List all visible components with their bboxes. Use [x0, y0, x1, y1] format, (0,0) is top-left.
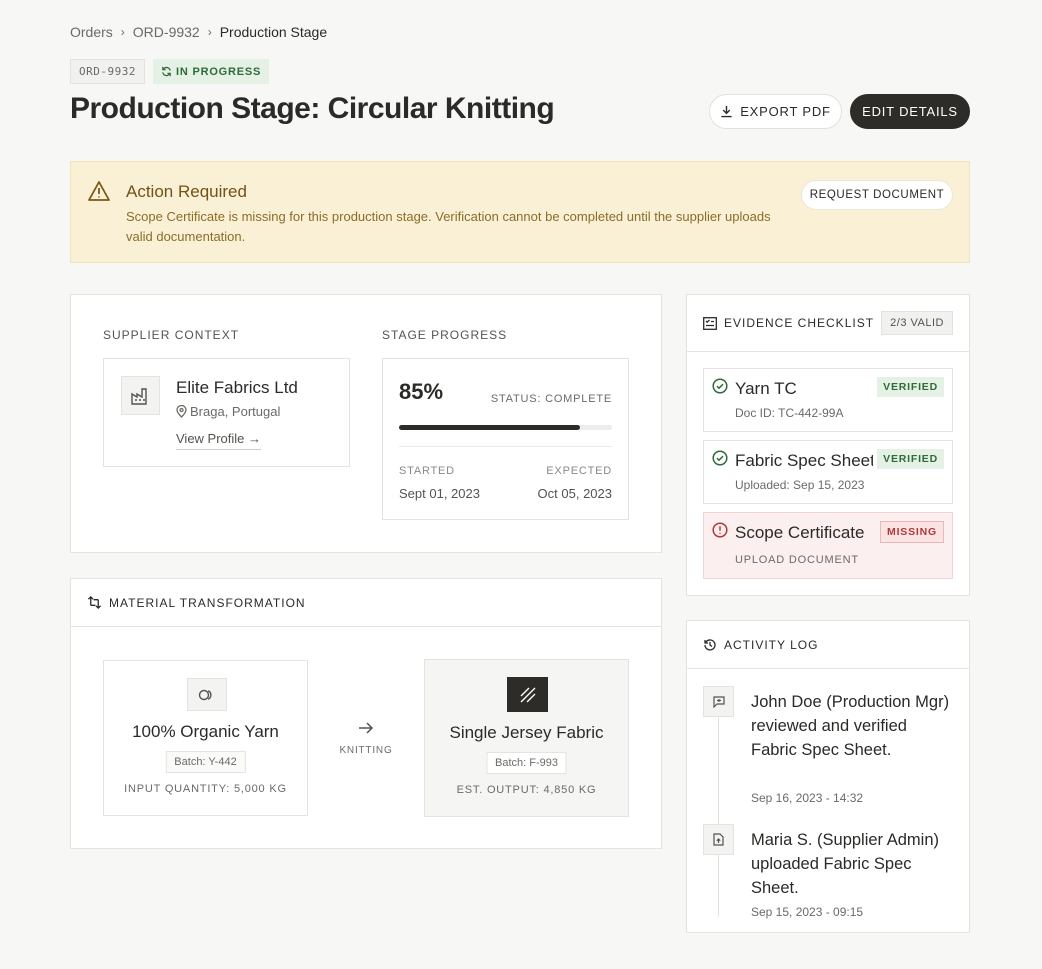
output-material: Single Jersey Fabric Batch: F-993 EST. O…: [424, 659, 629, 817]
location-text: Braga, Portugal: [190, 404, 281, 419]
material-transformation-card: MATERIAL TRANSFORMATION 100% Organic Yar…: [70, 578, 662, 849]
export-pdf-button[interactable]: EXPORT PDF: [709, 94, 842, 129]
page: Orders › ORD-9932 › Production Stage ORD…: [0, 0, 1042, 969]
breadcrumb-orders[interactable]: Orders: [70, 24, 113, 40]
evidence-sub: Uploaded: Sep 15, 2023: [735, 478, 865, 492]
started-label: STARTED: [399, 465, 455, 477]
fabric-icon: [507, 677, 548, 712]
evidence-item[interactable]: Fabric Spec Sheet Uploaded: Sep 15, 2023…: [703, 440, 953, 504]
arrow-right-icon: [359, 722, 374, 734]
input-batch: Batch: Y-442: [165, 751, 246, 773]
output-name: Single Jersey Fabric: [449, 723, 604, 742]
expected-label: EXPECTED: [546, 465, 612, 477]
breadcrumb-order[interactable]: ORD-9932: [133, 24, 200, 40]
evidence-item[interactable]: Scope Certificate UPLOAD DOCUMENT MISSIN…: [703, 512, 953, 579]
breadcrumb-current: Production Stage: [219, 24, 328, 40]
stage-progress-box: 85% STATUS: COMPLETE STARTED EXPECTED Se…: [382, 358, 629, 520]
progress-bar: [399, 425, 612, 430]
input-quantity: INPUT QUANTITY: 5,000 KG: [124, 783, 287, 795]
alert-message: Scope Certificate is missing for this pr…: [126, 209, 771, 244]
supplier-box: Elite Fabrics Ltd Braga, Portugal View P…: [103, 358, 350, 467]
download-icon: [721, 105, 732, 118]
supplier-name: Elite Fabrics Ltd: [176, 378, 298, 397]
activity-log-card: ACTIVITY LOG John Doe (Production Mgr) r…: [686, 620, 970, 933]
check-circle-icon: [712, 378, 728, 394]
order-id-badge: ORD-9932: [70, 59, 145, 84]
process-label: KNITTING: [339, 745, 393, 756]
request-document-button[interactable]: REQUEST DOCUMENT: [801, 180, 953, 210]
missing-badge: MISSING: [880, 521, 944, 543]
supplier-context-label: SUPPLIER CONTEXT: [103, 328, 240, 342]
verified-badge: VERIFIED: [877, 377, 944, 397]
breadcrumb: Orders › ORD-9932 › Production Stage: [70, 24, 327, 40]
chevron-right-icon: ›: [207, 25, 212, 39]
process-arrow: KNITTING: [334, 721, 398, 756]
activity-text: John Doe (Production Mgr) reviewed and v…: [751, 693, 950, 759]
status-badge: IN PROGRESS: [152, 59, 270, 84]
input-name: 100% Organic Yarn: [132, 722, 279, 741]
output-batch: Batch: F-993: [486, 752, 567, 774]
evidence-title: EVIDENCE CHECKLIST: [724, 316, 875, 330]
alert-title: Action Required: [126, 182, 247, 201]
output-quantity: EST. OUTPUT: 4,850 KG: [456, 784, 597, 796]
valid-count-badge: 2/3 VALID: [881, 311, 953, 335]
expected-date: Oct 05, 2023: [537, 486, 612, 501]
timeline-line: [718, 855, 719, 917]
timeline-line: [718, 717, 719, 841]
warning-icon: [88, 181, 110, 201]
comment-icon: [703, 686, 734, 717]
evidence-item[interactable]: Yarn TC Doc ID: TC-442-99A VERIFIED: [703, 368, 953, 432]
progress-status: STATUS: COMPLETE: [490, 393, 612, 405]
evidence-name: Scope Certificate: [735, 523, 865, 542]
verified-badge: VERIFIED: [877, 449, 944, 469]
input-material: 100% Organic Yarn Batch: Y-442 INPUT QUA…: [103, 660, 308, 816]
transform-icon: [87, 595, 102, 610]
export-pdf-label: EXPORT PDF: [740, 104, 831, 119]
alert-circle-icon: [712, 522, 728, 538]
sync-icon: [162, 66, 171, 77]
progress-bar-fill: [399, 425, 581, 430]
page-title: Production Stage: Circular Knitting: [70, 92, 555, 125]
file-upload-icon: [703, 824, 734, 855]
header-tags: ORD-9932 IN PROGRESS: [70, 59, 270, 84]
activity-header: ACTIVITY LOG: [687, 621, 969, 669]
activity-time: Sep 15, 2023 - 09:15: [751, 905, 864, 919]
map-pin-icon: [176, 405, 187, 418]
view-profile-link[interactable]: View Profile →: [176, 431, 262, 450]
upload-document-link[interactable]: UPLOAD DOCUMENT: [735, 554, 859, 566]
supplier-location: Braga, Portugal: [176, 404, 280, 419]
factory-icon: [121, 376, 160, 415]
activity-title: ACTIVITY LOG: [724, 637, 819, 652]
evidence-name: Yarn TC: [735, 379, 797, 398]
activity-time: Sep 16, 2023 - 14:32: [751, 791, 864, 805]
checklist-icon: [703, 316, 717, 330]
edit-details-button[interactable]: EDIT DETAILS: [850, 94, 970, 129]
divider: [399, 446, 612, 447]
evidence-sub: Doc ID: TC-442-99A: [735, 406, 844, 420]
activity-text: Maria S. (Supplier Admin) uploaded Fabri…: [751, 831, 939, 897]
action-required-alert: Action Required Scope Certificate is mis…: [70, 161, 970, 263]
chevron-right-icon: ›: [120, 25, 125, 39]
material-title: MATERIAL TRANSFORMATION: [109, 595, 306, 610]
material-header: MATERIAL TRANSFORMATION: [71, 579, 661, 627]
status-label: IN PROGRESS: [175, 65, 262, 78]
progress-percent: 85%: [399, 379, 444, 404]
yarn-icon: [187, 678, 227, 711]
history-icon: [704, 638, 716, 651]
stage-progress-label: STAGE PROGRESS: [382, 328, 508, 342]
check-circle-icon: [712, 450, 728, 466]
evidence-name: Fabric Spec Sheet: [735, 451, 873, 470]
evidence-checklist-card: EVIDENCE CHECKLIST 2/3 VALID Yarn TC Doc…: [686, 294, 970, 596]
overview-card: SUPPLIER CONTEXT STAGE PROGRESS Elite Fa…: [70, 294, 662, 553]
started-date: Sept 01, 2023: [399, 486, 480, 501]
